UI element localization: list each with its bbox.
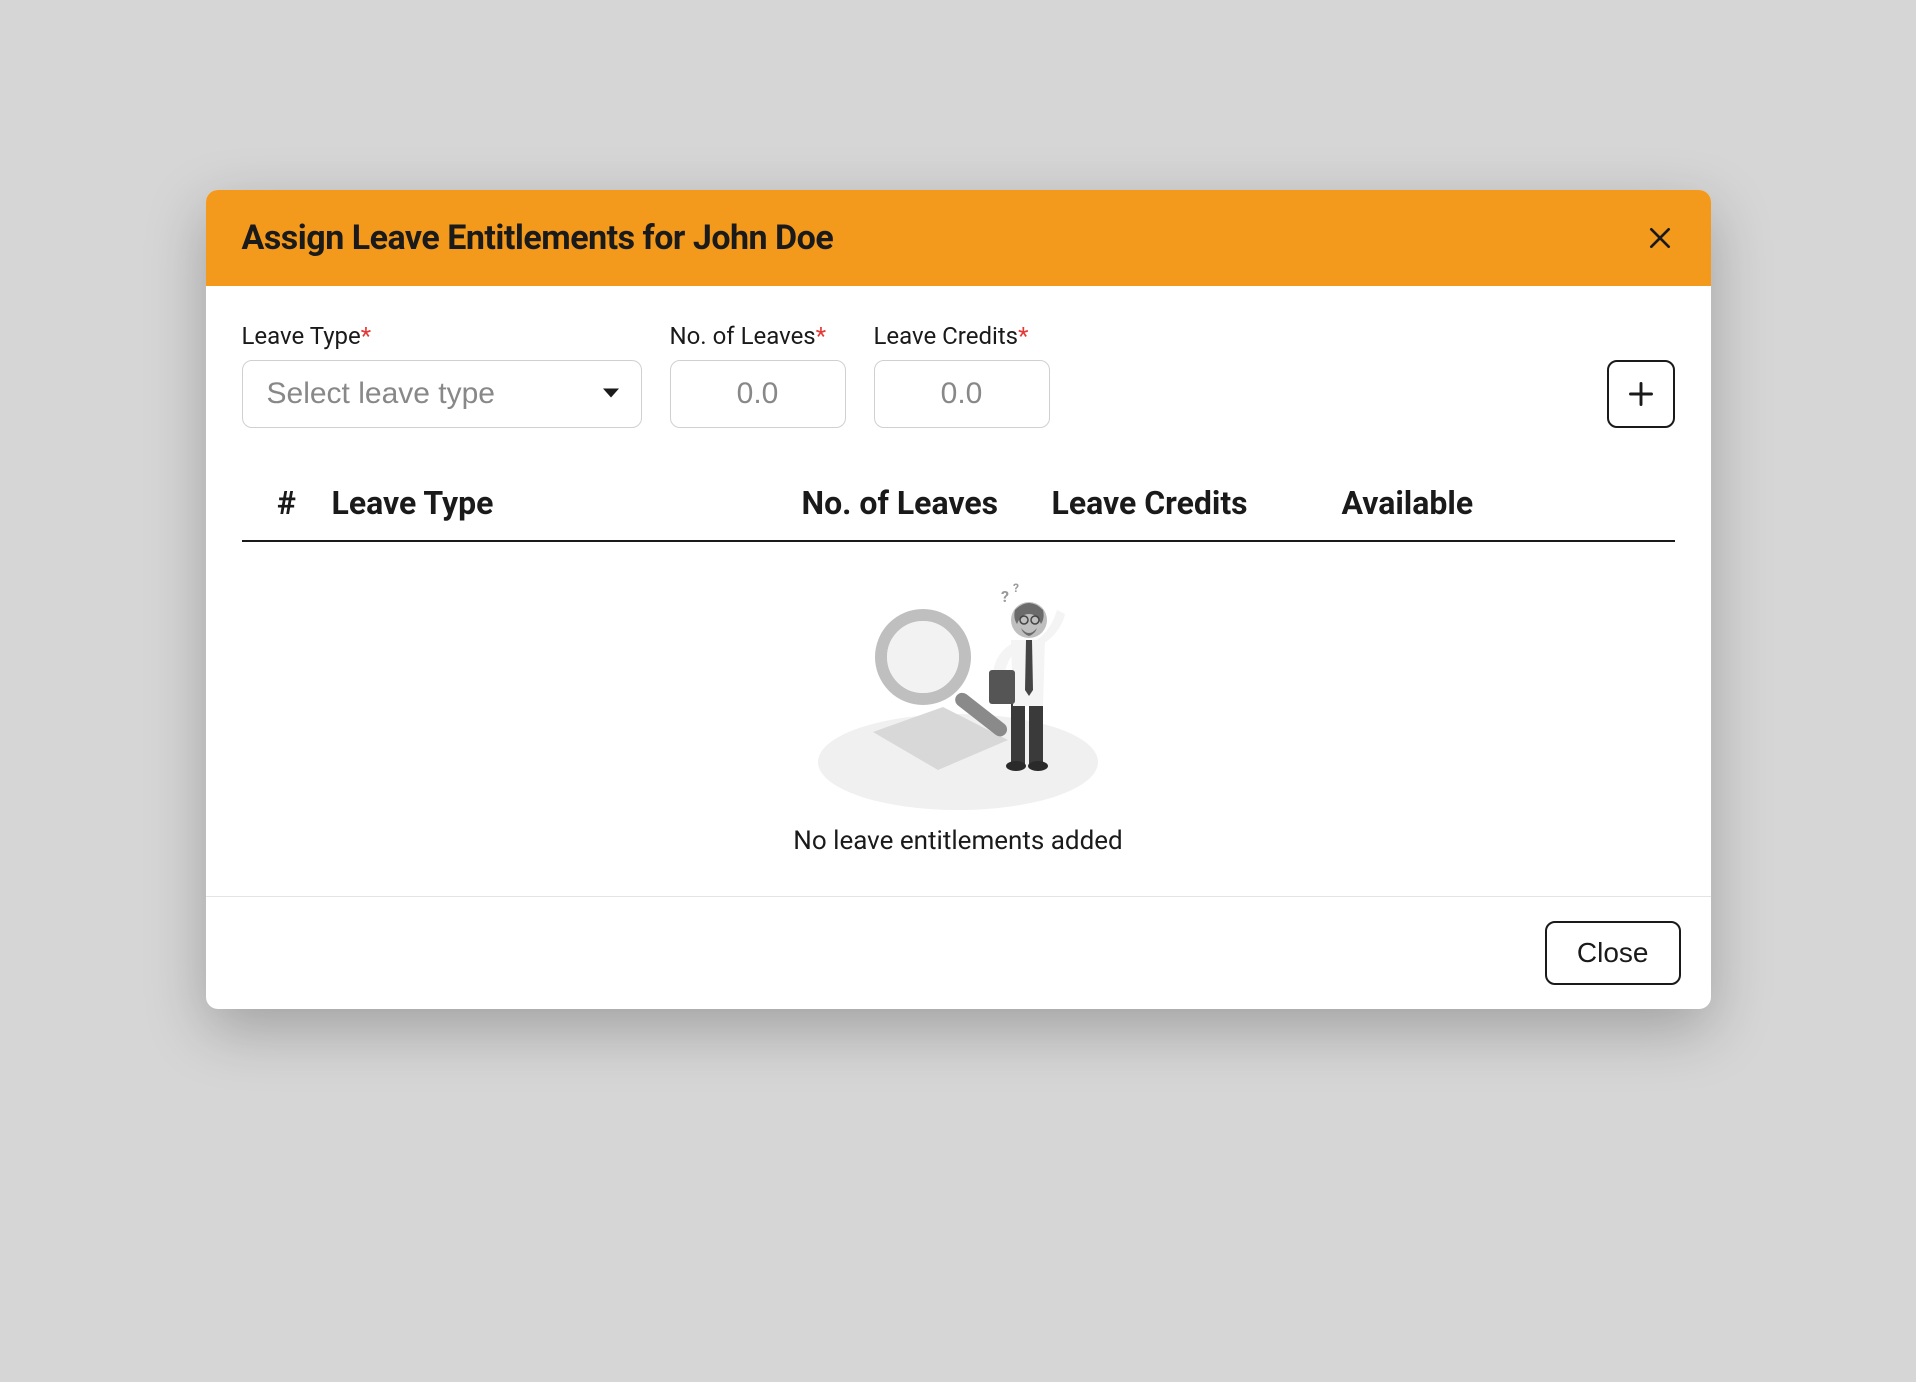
leave-type-select[interactable]: Select leave type <box>242 360 642 428</box>
leave-type-select-wrap: Select leave type <box>242 360 642 428</box>
empty-state: ? ? No leave entitlements added <box>242 542 1675 896</box>
no-of-leaves-label: No. of Leaves* <box>670 322 846 350</box>
col-header-leave-type: Leave Type <box>332 484 802 522</box>
leave-type-group: Leave Type* Select leave type <box>242 322 642 428</box>
leave-type-label: Leave Type* <box>242 322 642 350</box>
leave-credits-input[interactable] <box>874 360 1050 428</box>
leave-type-label-text: Leave Type <box>242 322 361 350</box>
col-header-available: Available <box>1342 484 1542 522</box>
col-header-no-of-leaves: No. of Leaves <box>802 484 1052 522</box>
col-header-leave-credits: Leave Credits <box>1052 484 1342 522</box>
no-of-leaves-group: No. of Leaves* <box>670 322 846 428</box>
svg-text:?: ? <box>1013 581 1019 595</box>
modal-header: Assign Leave Entitlements for John Doe <box>206 190 1711 286</box>
leave-credits-label-text: Leave Credits <box>874 322 1019 350</box>
add-button[interactable] <box>1607 360 1675 428</box>
modal-title: Assign Leave Entitlements for John Doe <box>242 218 834 258</box>
form-row: Leave Type* Select leave type No. of Lea… <box>242 322 1675 428</box>
modal-body: Leave Type* Select leave type No. of Lea… <box>206 286 1711 896</box>
modal-footer: Close <box>206 896 1711 1009</box>
no-of-leaves-input[interactable] <box>670 360 846 428</box>
table-header-row: # Leave Type No. of Leaves Leave Credits… <box>242 484 1675 542</box>
close-icon <box>1647 225 1673 251</box>
leave-credits-label: Leave Credits* <box>874 322 1050 350</box>
svg-text:?: ? <box>1001 587 1009 606</box>
plus-icon <box>1627 380 1655 408</box>
leave-credits-group: Leave Credits* <box>874 322 1050 428</box>
close-button[interactable]: Close <box>1545 921 1681 985</box>
required-asterisk: * <box>816 322 826 350</box>
assign-leave-modal: Assign Leave Entitlements for John Doe L… <box>206 190 1711 1009</box>
required-asterisk: * <box>361 322 371 350</box>
close-icon-button[interactable] <box>1645 223 1675 253</box>
empty-state-illustration: ? ? <box>813 562 1103 812</box>
empty-state-message: No leave entitlements added <box>793 826 1122 856</box>
required-asterisk: * <box>1018 322 1028 350</box>
col-header-number: # <box>242 484 332 522</box>
no-of-leaves-label-text: No. of Leaves <box>670 322 816 350</box>
leave-type-select-value: Select leave type <box>267 377 495 411</box>
